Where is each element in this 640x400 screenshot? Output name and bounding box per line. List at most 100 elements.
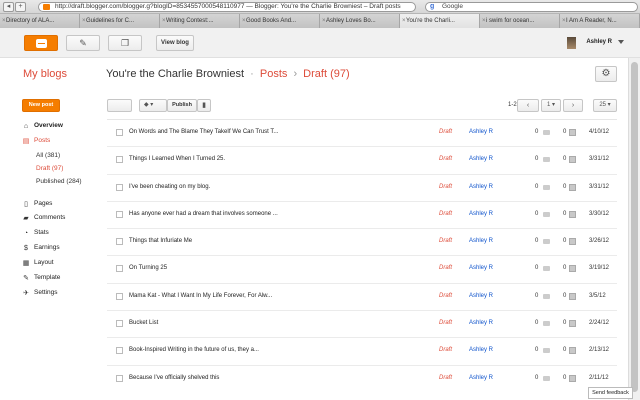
sidebar-item-all[interactable]: All (381) (36, 151, 60, 161)
sidebar-item-layout[interactable]: ▦ Layout (22, 258, 54, 268)
close-icon[interactable]: × (82, 14, 86, 28)
reload-icon[interactable]: + (15, 2, 26, 12)
post-title-link[interactable]: Things I Learned When I Turned 25. (129, 156, 225, 162)
row-checkbox[interactable] (116, 129, 123, 136)
table-row[interactable]: I've been cheating on my blog. Draft Ashle… (107, 173, 617, 201)
close-icon[interactable]: × (162, 14, 166, 28)
post-title-link[interactable]: On Turning 25 (129, 265, 167, 271)
post-title-link[interactable]: Things that Infuriate Me (129, 238, 192, 244)
browser-tab[interactable]: × Ashley Loves Bo... (320, 14, 400, 28)
row-checkbox[interactable] (116, 156, 123, 164)
post-title-link[interactable]: Book-Inspired Writing in the future of u… (129, 347, 259, 353)
browser-tab[interactable]: × Good Books And... (240, 14, 320, 28)
blogger-home-button[interactable] (24, 35, 58, 51)
sidebar-item-overview[interactable]: ⌂ Overview (22, 121, 63, 131)
sidebar-item-comments[interactable]: ▰ Comments (22, 213, 65, 223)
view-count: 0 (563, 156, 567, 163)
table-row[interactable]: On Turning 25 Draft Ashley R 0 0 3/19/12 (107, 255, 617, 282)
chevron-down-icon[interactable] (618, 40, 624, 44)
label-dropdown-button[interactable]: ◆ ▾ (139, 99, 167, 112)
settings-gear-button[interactable]: ⚙ (595, 66, 617, 82)
page-select[interactable]: 1 ▾ (541, 99, 561, 112)
row-checkbox[interactable] (116, 210, 123, 218)
sidebar-item-settings[interactable]: ✈ Settings (22, 288, 57, 298)
post-author-link[interactable]: Ashley R (469, 347, 493, 353)
row-checkbox[interactable] (116, 265, 123, 273)
browser-tab[interactable]: × I Am A Reader, N... (560, 14, 640, 28)
browser-tab[interactable]: × Guidelines for C... (80, 14, 160, 28)
delete-button[interactable]: ▮ (197, 99, 211, 112)
browser-tab[interactable]: × Writing Contest:... (160, 14, 240, 28)
close-icon[interactable]: × (482, 14, 486, 28)
post-author-link[interactable]: Ashley R (469, 320, 493, 326)
table-row[interactable]: Things I Learned When I Turned 25. Draft A… (107, 146, 617, 173)
row-checkbox[interactable] (116, 238, 123, 246)
post-title-link[interactable]: Has anyone ever had a dream that involve… (129, 211, 278, 217)
close-icon[interactable]: × (2, 14, 6, 28)
scrollbar-thumb[interactable] (631, 62, 638, 392)
previous-page-button[interactable]: ‹ (517, 99, 539, 112)
post-author-link[interactable]: Ashley R (469, 156, 493, 162)
post-title-link[interactable]: I've been cheating on my blog. (129, 184, 210, 190)
post-author-link[interactable]: Ashley R (469, 211, 493, 217)
comment-count: 0 (535, 129, 539, 135)
comment-bubble-icon (543, 239, 550, 245)
post-author-link[interactable]: Ashley R (469, 129, 493, 135)
table-row[interactable]: Has anyone ever had a dream that involve… (107, 200, 617, 228)
table-row[interactable]: On Words and The Blame They TakeIf We Ca… (107, 119, 617, 146)
view-blog-button[interactable]: View blog (156, 35, 194, 51)
post-author-link[interactable]: Ashley R (469, 375, 493, 381)
back-icon[interactable]: ◂ (3, 2, 14, 12)
avatar[interactable] (567, 37, 576, 49)
post-title-link[interactable]: On Words and The Blame They TakeIf We Ca… (129, 129, 278, 135)
publish-button[interactable]: Publish (167, 99, 197, 112)
next-page-button[interactable]: › (563, 99, 583, 112)
new-post-button[interactable]: New post (22, 99, 60, 112)
sidebar-item-draft[interactable]: Draft (97) (36, 164, 63, 174)
sidebar-item-template[interactable]: ✎ Template (22, 273, 60, 283)
browser-tab[interactable]: × You're the Charli... (400, 14, 480, 28)
row-checkbox[interactable] (116, 347, 123, 355)
layout-icon: ▦ (22, 260, 30, 267)
post-author-link[interactable]: Ashley R (469, 265, 493, 271)
new-post-pencil-button[interactable]: ✎ (66, 35, 100, 51)
send-feedback-button[interactable]: Send feedback (588, 387, 633, 399)
trash-icon: ▮ (202, 102, 206, 109)
breadcrumb-posts[interactable]: Posts (260, 68, 288, 80)
browser-search-field[interactable]: g Google (425, 2, 638, 12)
scrollbar[interactable] (628, 58, 640, 400)
post-author-link[interactable]: Ashley R (469, 184, 493, 190)
user-name[interactable]: Ashley R (586, 39, 612, 45)
table-row[interactable]: Things that Infuriate Me Draft Ashley R 0 0 3… (107, 228, 617, 255)
my-blogs-link[interactable]: My blogs (23, 68, 67, 80)
row-checkbox[interactable] (116, 183, 123, 191)
select-all-checkbox[interactable] (107, 99, 132, 112)
browser-tab[interactable]: × i swim for ocean... (480, 14, 560, 28)
blog-title[interactable]: You're the Charlie Browniest (106, 68, 244, 80)
post-author-link[interactable]: Ashley R (469, 238, 493, 244)
sidebar-item-pages[interactable]: ▯ Pages (22, 199, 52, 209)
table-row[interactable]: Mama Kat - What I Want In My Life Foreve… (107, 282, 617, 310)
address-bar[interactable]: http://draft.blogger.com/blogger.g?blogI… (38, 2, 416, 12)
table-row[interactable]: Bucket List Draft Ashley R 0 0 2/24/12 (107, 310, 617, 337)
row-checkbox[interactable] (116, 292, 123, 300)
close-icon[interactable]: × (402, 14, 406, 28)
sidebar-item-published[interactable]: Published (284) (36, 177, 82, 187)
table-row[interactable]: Book-Inspired Writing in the future of u… (107, 337, 617, 364)
table-row[interactable]: Because I've officially shelved this Draf… (107, 364, 617, 392)
post-title-link[interactable]: Because I've officially shelved this (129, 375, 219, 381)
browser-tab[interactable]: × Directory of ALA... (0, 14, 80, 28)
post-title-link[interactable]: Mama Kat - What I Want In My Life Foreve… (129, 293, 272, 299)
post-author-link[interactable]: Ashley R (469, 293, 493, 299)
sidebar-item-earnings[interactable]: $ Earnings (22, 243, 60, 253)
post-title-link[interactable]: Bucket List (129, 320, 158, 326)
row-checkbox[interactable] (116, 374, 123, 382)
close-icon[interactable]: × (322, 14, 326, 28)
row-checkbox[interactable] (116, 320, 123, 328)
posts-list-button[interactable]: ❐ (108, 35, 142, 51)
sidebar-item-posts[interactable]: ▤ Posts (22, 136, 51, 146)
sidebar-item-stats[interactable]: ◔ Stats (22, 228, 49, 238)
close-icon[interactable]: × (242, 14, 246, 28)
page-size-select[interactable]: 25 ▾ (593, 99, 617, 112)
close-icon[interactable]: × (562, 14, 566, 28)
